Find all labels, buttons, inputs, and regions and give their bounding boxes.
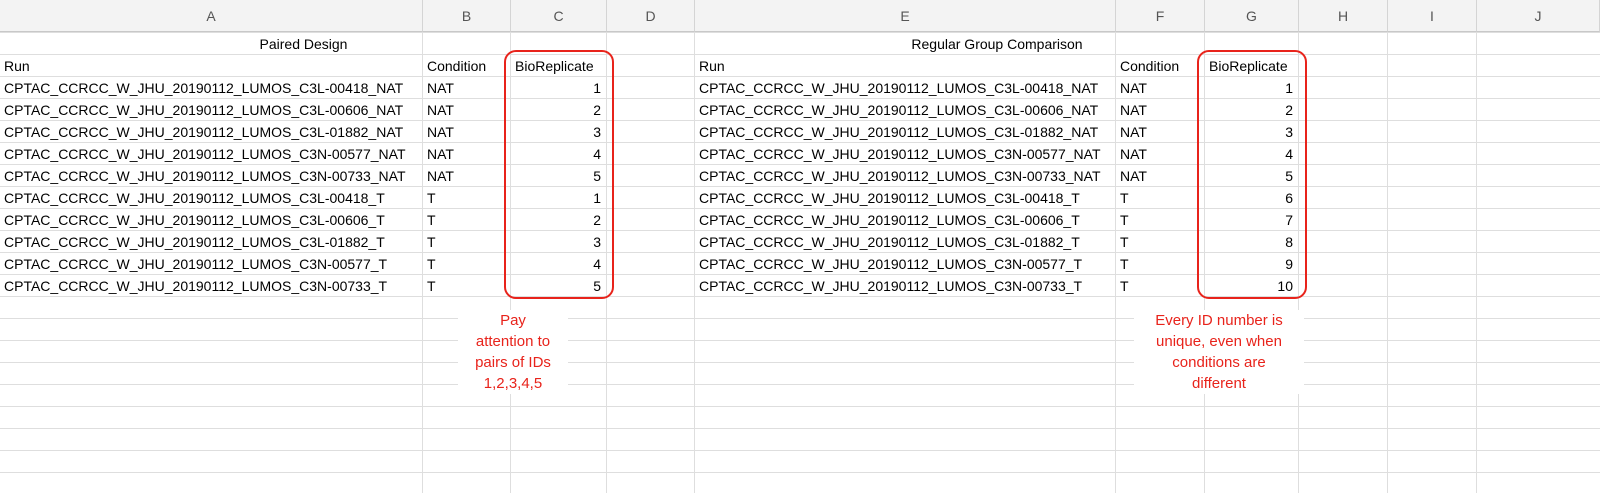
run-cell[interactable]: CPTAC_CCRCC_W_JHU_20190112_LUMOS_C3L-004…	[0, 187, 389, 209]
condition-cell[interactable]: T	[1116, 209, 1133, 231]
note-line: pairs of IDs	[475, 354, 551, 371]
condition-cell[interactable]: NAT	[423, 165, 458, 187]
condition-cell[interactable]: NAT	[1116, 121, 1151, 143]
highlight-oval-unique-ids	[1197, 50, 1307, 299]
gridline-horizontal	[0, 406, 1600, 407]
note-line: 1,2,3,4,5	[483, 375, 543, 392]
column-header-b[interactable]: B	[423, 0, 511, 32]
run-cell[interactable]: CPTAC_CCRCC_W_JHU_20190112_LUMOS_C3L-004…	[695, 187, 1084, 209]
spreadsheet-grid[interactable]: A B C D E F G H I J Paired Design Run Condition BioRe…	[0, 0, 1600, 493]
note-line: attention to	[475, 333, 551, 350]
gridline-horizontal	[0, 340, 1600, 341]
column-header-f[interactable]: F	[1116, 0, 1205, 32]
condition-cell[interactable]: T	[1116, 231, 1133, 253]
annotation-paired-ids: Pay attention to pairs of IDs 1,2,3,4,5	[458, 310, 568, 394]
note-line: Pay	[500, 312, 526, 329]
note-line: Every ID number is	[1155, 312, 1283, 329]
condition-cell[interactable]: T	[1116, 187, 1133, 209]
column-header-g[interactable]: G	[1205, 0, 1299, 32]
condition-cell[interactable]: T	[423, 275, 440, 297]
condition-cell[interactable]: NAT	[1116, 165, 1151, 187]
run-cell[interactable]: CPTAC_CCRCC_W_JHU_20190112_LUMOS_C3N-005…	[0, 143, 410, 165]
note-line: conditions are	[1172, 354, 1266, 371]
condition-cell[interactable]: T	[423, 209, 440, 231]
gridline-horizontal	[0, 318, 1600, 319]
column-header-c[interactable]: C	[511, 0, 607, 32]
note-line: different	[1192, 375, 1246, 392]
run-cell[interactable]: CPTAC_CCRCC_W_JHU_20190112_LUMOS_C3N-005…	[0, 253, 391, 275]
condition-cell[interactable]: NAT	[1116, 99, 1151, 121]
gridline-vertical	[1476, 32, 1477, 493]
condition-cell[interactable]: T	[1116, 275, 1133, 297]
condition-cell[interactable]: NAT	[423, 121, 458, 143]
condition-cell[interactable]: NAT	[1116, 77, 1151, 99]
condition-cell[interactable]: T	[423, 253, 440, 275]
column-header-d[interactable]: D	[607, 0, 695, 32]
column-header-e[interactable]: E	[695, 0, 1116, 32]
condition-cell[interactable]: NAT	[1116, 143, 1151, 165]
condition-cell[interactable]: NAT	[423, 143, 458, 165]
right-table-condition-header[interactable]: Condition	[1116, 55, 1183, 77]
right-table-run-header[interactable]: Run	[695, 55, 729, 77]
gridline-horizontal	[0, 450, 1600, 451]
run-cell[interactable]: CPTAC_CCRCC_W_JHU_20190112_LUMOS_C3L-006…	[0, 209, 389, 231]
run-cell[interactable]: CPTAC_CCRCC_W_JHU_20190112_LUMOS_C3L-004…	[0, 77, 407, 99]
gridline-horizontal	[0, 472, 1600, 473]
left-table-run-header[interactable]: Run	[0, 55, 34, 77]
run-cell[interactable]: CPTAC_CCRCC_W_JHU_20190112_LUMOS_C3N-005…	[695, 253, 1086, 275]
condition-cell[interactable]: NAT	[423, 77, 458, 99]
run-cell[interactable]: CPTAC_CCRCC_W_JHU_20190112_LUMOS_C3N-005…	[695, 143, 1105, 165]
run-cell[interactable]: CPTAC_CCRCC_W_JHU_20190112_LUMOS_C3N-007…	[0, 165, 410, 187]
column-header-j[interactable]: J	[1477, 0, 1600, 32]
note-line: unique, even when	[1156, 333, 1282, 350]
run-cell[interactable]: CPTAC_CCRCC_W_JHU_20190112_LUMOS_C3L-018…	[695, 231, 1084, 253]
gridline-horizontal	[0, 384, 1600, 385]
gridline-horizontal	[0, 362, 1600, 363]
run-cell[interactable]: CPTAC_CCRCC_W_JHU_20190112_LUMOS_C3N-007…	[695, 275, 1086, 297]
gridline-horizontal	[0, 428, 1600, 429]
run-cell[interactable]: CPTAC_CCRCC_W_JHU_20190112_LUMOS_C3L-018…	[0, 231, 389, 253]
column-header-a[interactable]: A	[0, 0, 423, 32]
run-cell[interactable]: CPTAC_CCRCC_W_JHU_20190112_LUMOS_C3N-007…	[695, 165, 1105, 187]
run-cell[interactable]: CPTAC_CCRCC_W_JHU_20190112_LUMOS_C3L-006…	[0, 99, 407, 121]
annotation-unique-ids: Every ID number is unique, even when condi…	[1134, 310, 1304, 394]
condition-cell[interactable]: NAT	[423, 99, 458, 121]
run-cell[interactable]: CPTAC_CCRCC_W_JHU_20190112_LUMOS_C3L-018…	[695, 121, 1102, 143]
gridline-vertical	[1387, 32, 1388, 493]
run-cell[interactable]: CPTAC_CCRCC_W_JHU_20190112_LUMOS_C3L-006…	[695, 99, 1102, 121]
column-header-h[interactable]: H	[1299, 0, 1388, 32]
left-table-condition-header[interactable]: Condition	[423, 55, 490, 77]
column-header-i[interactable]: I	[1388, 0, 1477, 32]
highlight-oval-paired-ids	[504, 50, 614, 299]
run-cell[interactable]: CPTAC_CCRCC_W_JHU_20190112_LUMOS_C3N-007…	[0, 275, 391, 297]
condition-cell[interactable]: T	[423, 187, 440, 209]
condition-cell[interactable]: T	[1116, 253, 1133, 275]
run-cell[interactable]: CPTAC_CCRCC_W_JHU_20190112_LUMOS_C3L-004…	[695, 77, 1102, 99]
condition-cell[interactable]: T	[423, 231, 440, 253]
run-cell[interactable]: CPTAC_CCRCC_W_JHU_20190112_LUMOS_C3L-006…	[695, 209, 1084, 231]
run-cell[interactable]: CPTAC_CCRCC_W_JHU_20190112_LUMOS_C3L-018…	[0, 121, 407, 143]
